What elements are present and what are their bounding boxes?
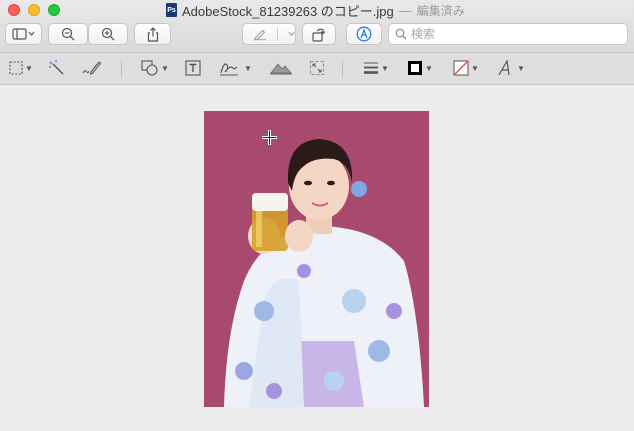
border-color-tool[interactable]: ▼ (403, 58, 437, 78)
zoom-in-button[interactable] (88, 23, 128, 45)
instant-alpha-tool[interactable] (46, 58, 68, 78)
window-controls (8, 4, 60, 16)
sidebar-icon (11, 28, 34, 40)
shapes-icon (141, 60, 158, 76)
titlebar: Ps AdobeStock_81239263 のコピー.jpg — 編集済み (0, 0, 634, 53)
chevron-down-icon: ▼ (471, 63, 479, 73)
sketch-pen-icon (82, 61, 102, 75)
fill-color-icon (453, 60, 469, 76)
text-tool[interactable] (182, 58, 204, 78)
chevron-down-icon: ▼ (381, 63, 389, 73)
close-button[interactable] (8, 4, 20, 16)
search-icon (395, 28, 407, 40)
border-color-icon (408, 61, 423, 75)
chevron-down-icon (288, 31, 295, 37)
search-field[interactable] (388, 23, 628, 45)
fill-color-tool[interactable]: ▼ (449, 58, 483, 78)
chevron-down-icon: ▼ (517, 63, 525, 73)
highlight-button[interactable] (242, 23, 296, 45)
zoom-out-button[interactable] (48, 23, 88, 45)
zoom-in-icon (101, 27, 115, 41)
adjust-color-tool[interactable] (268, 58, 294, 78)
resize-icon (310, 61, 324, 75)
share-button[interactable] (134, 23, 171, 45)
edited-status: 編集済み (416, 3, 465, 18)
window-title: Ps AdobeStock_81239263 のコピー.jpg — 編集済み (166, 2, 465, 19)
sidebar-button[interactable] (5, 23, 42, 45)
photo-illustration (204, 111, 429, 407)
markup-button[interactable] (346, 23, 382, 45)
image-canvas[interactable] (0, 85, 634, 431)
adjust-size-tool[interactable] (306, 58, 328, 78)
signature-icon (220, 63, 239, 76)
chevron-down-icon: ▼ (161, 63, 169, 73)
title-separator: — (398, 2, 412, 18)
crosshair-cursor-icon (262, 130, 277, 145)
photo[interactable] (204, 111, 429, 407)
file-name: AdobeStock_81239263 のコピー.jpg (182, 3, 394, 19)
adjust-color-icon (270, 63, 292, 75)
text-style-tool[interactable]: ▼ (494, 58, 528, 78)
markup-icon (356, 26, 372, 42)
document-icon: Ps (166, 3, 177, 17)
preview-window: Ps AdobeStock_81239263 のコピー.jpg — 編集済み 検… (0, 0, 634, 431)
chevron-down-icon: ▼ (25, 63, 33, 73)
chevron-down-icon: ▼ (425, 63, 433, 73)
sketch-tool[interactable] (80, 58, 104, 78)
markup-toolbar: ▼ ▼ ▼ ▼ ▼ ▼ ▼ (0, 53, 634, 85)
sign-tool[interactable]: ▼ (216, 58, 254, 78)
rotate-icon (312, 28, 326, 42)
selection-tool[interactable]: ▼ (6, 58, 36, 78)
chevron-down-icon: ▼ (244, 63, 252, 73)
text-style-icon (498, 60, 510, 76)
zoom-out-icon (61, 27, 75, 41)
maximize-button[interactable] (48, 4, 60, 16)
line-style-icon (364, 62, 379, 74)
minimize-button[interactable] (28, 4, 40, 16)
toolbar-divider (342, 61, 343, 77)
pen-icon (253, 29, 267, 41)
text-box-icon (185, 60, 201, 76)
search-input[interactable] (411, 27, 611, 41)
share-icon (147, 26, 158, 42)
toolbar-divider (121, 61, 122, 77)
rotate-button[interactable] (302, 23, 336, 45)
rectangular-selection-icon (9, 61, 23, 75)
shapes-tool[interactable]: ▼ (139, 58, 171, 78)
line-style-tool[interactable]: ▼ (360, 58, 392, 78)
magic-wand-icon (49, 60, 64, 75)
